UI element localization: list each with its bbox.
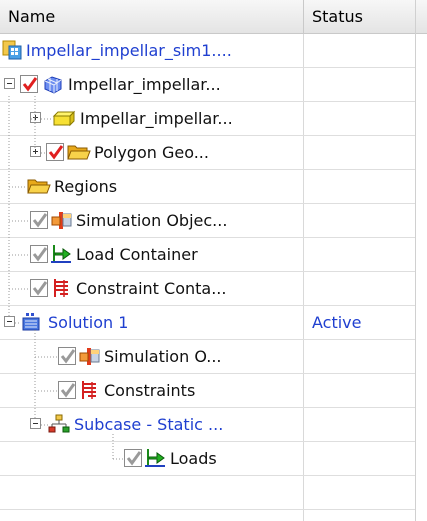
status-cell: Active — [312, 313, 362, 332]
column-header-status[interactable]: Status — [304, 0, 427, 34]
panel-border — [415, 0, 416, 521]
simulation-navigator: Name Status Impellar_impellar_sim1.... I… — [0, 0, 427, 521]
tree-connector-lines — [8, 96, 124, 460]
